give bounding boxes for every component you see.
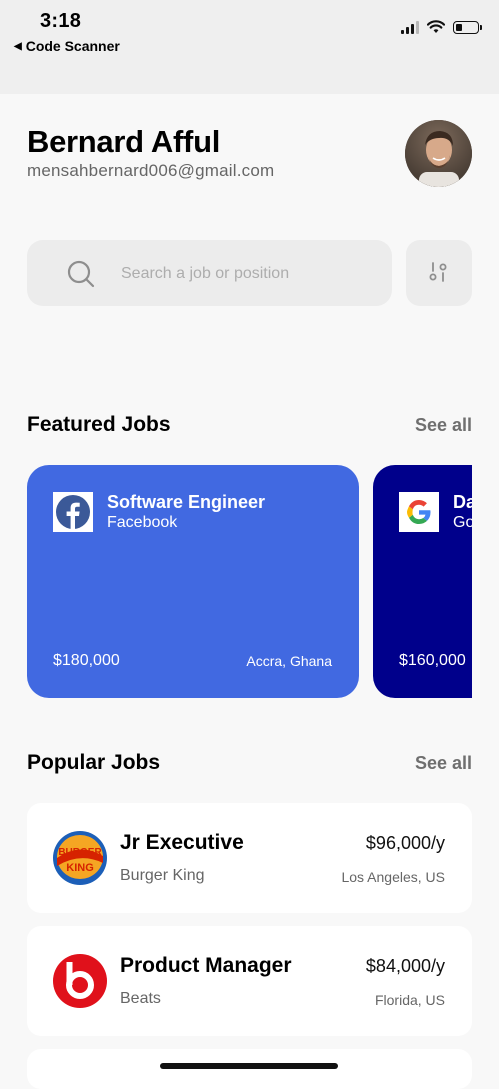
- wifi-icon: [427, 20, 445, 33]
- google-logo-icon: [399, 492, 439, 532]
- status-icons: [401, 20, 482, 34]
- popular-job-title: Jr Executive: [120, 831, 244, 854]
- featured-job-salary: $180,000: [53, 652, 120, 669]
- search-icon: [67, 260, 95, 288]
- popular-job-company: Beats: [120, 990, 161, 1007]
- featured-job-title: Da: [453, 492, 472, 512]
- filter-button[interactable]: [406, 240, 472, 306]
- featured-job-card[interactable]: Da Go $160,000: [373, 465, 472, 698]
- battery-icon: [453, 20, 482, 34]
- beats-logo-icon: [53, 954, 107, 1008]
- popular-job-card[interactable]: BURGER KING Jr Executive Burger King $96…: [27, 803, 472, 913]
- back-app-label: Code Scanner: [25, 38, 120, 54]
- featured-jobs-title: Featured Jobs: [27, 413, 171, 436]
- popular-job-location: Florida, US: [374, 992, 445, 1008]
- burger-king-logo-icon: BURGER KING: [53, 831, 107, 885]
- popular-jobs-title: Popular Jobs: [27, 751, 161, 774]
- featured-job-salary: $160,000: [399, 652, 466, 669]
- search-input[interactable]: [119, 258, 373, 290]
- popular-job-card[interactable]: [27, 1049, 472, 1089]
- back-arrow-icon: ◀: [14, 40, 22, 52]
- featured-see-all-link[interactable]: See all: [415, 415, 472, 436]
- filter-sliders-icon: [429, 262, 447, 282]
- user-name: Bernard Afful: [27, 124, 221, 159]
- featured-jobs-carousel[interactable]: Software Engineer Facebook $180,000 Accr…: [27, 465, 472, 698]
- featured-job-company: Go: [453, 514, 472, 531]
- popular-job-location: Los Angeles, US: [341, 869, 445, 885]
- cellular-signal-icon: [401, 20, 419, 34]
- facebook-logo-icon: [53, 492, 93, 532]
- svg-text:KING: KING: [66, 862, 94, 874]
- featured-job-title: Software Engineer: [107, 492, 266, 512]
- popular-see-all-link[interactable]: See all: [415, 753, 472, 774]
- status-bar: 3:18 ◀ Code Scanner: [0, 0, 499, 94]
- popular-job-salary: $96,000/y: [365, 833, 445, 853]
- featured-job-card[interactable]: Software Engineer Facebook $180,000 Accr…: [27, 465, 359, 698]
- status-time: 3:18: [40, 10, 82, 32]
- featured-job-location: Accra, Ghana: [246, 653, 332, 669]
- svg-text:BURGER: BURGER: [58, 847, 102, 858]
- popular-job-company: Burger King: [120, 867, 205, 884]
- back-to-app-link[interactable]: ◀ Code Scanner: [14, 38, 120, 54]
- home-indicator[interactable]: [160, 1063, 338, 1069]
- avatar[interactable]: [405, 120, 472, 187]
- search-bar[interactable]: [27, 240, 392, 306]
- featured-job-company: Facebook: [107, 514, 178, 531]
- popular-job-title: Product Manager: [120, 954, 292, 977]
- user-email: mensahbernard006@gmail.com: [27, 161, 275, 180]
- popular-job-salary: $84,000/y: [365, 956, 445, 976]
- popular-job-card[interactable]: Product Manager Beats $84,000/y Florida,…: [27, 926, 472, 1036]
